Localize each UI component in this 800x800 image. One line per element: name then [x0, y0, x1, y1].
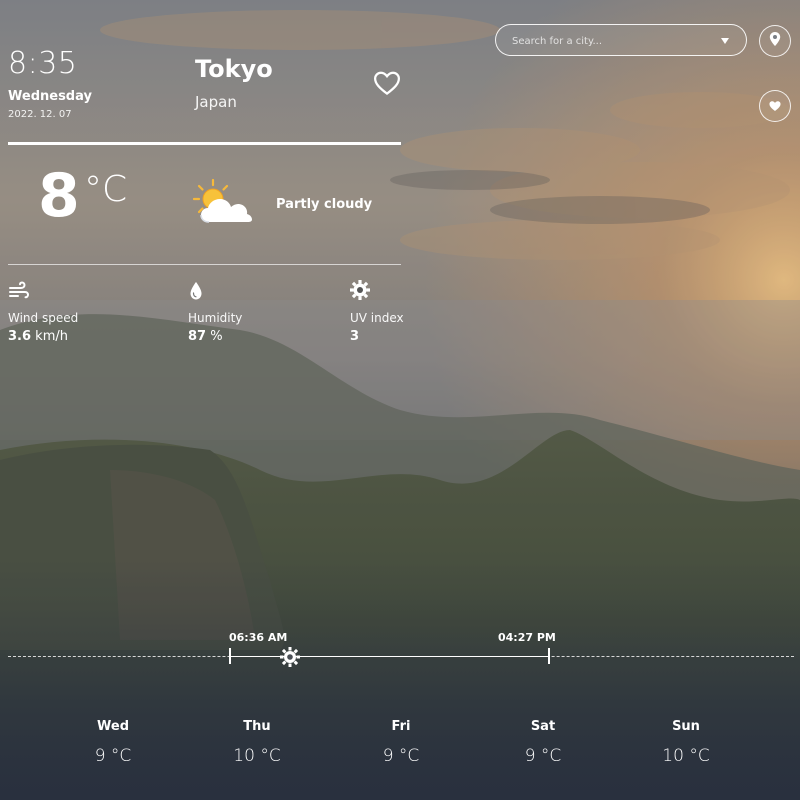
temperature-unit: °C — [84, 169, 128, 210]
forecast-day-label: Sat — [530, 719, 556, 734]
favorite-heart-icon[interactable] — [372, 68, 402, 98]
humidity-drop-icon — [188, 280, 210, 302]
forecast-temp: 10 °C — [233, 746, 281, 766]
forecast-day-wed: Wed 9 °C — [73, 719, 153, 766]
favorites-button[interactable] — [759, 90, 791, 122]
forecast-day-fri: Fri 9 °C — [361, 719, 441, 766]
stat-humidity: Humidity 87 % — [188, 280, 242, 344]
sunrise-tick — [229, 648, 231, 664]
stat-value: 87 % — [188, 329, 223, 344]
forecast-temp: 10 °C — [662, 746, 710, 766]
city-name: Tokyo — [195, 55, 273, 83]
sun-position-icon — [279, 646, 301, 668]
forecast-temp: 9 °C — [382, 746, 420, 766]
forecast-day-sat: Sat 9 °C — [503, 719, 583, 766]
sun-uv-icon — [350, 280, 372, 302]
background-landscape — [0, 0, 800, 800]
sunset-time: 04:27 PM — [498, 631, 556, 644]
temperature-value: 8 — [38, 161, 80, 231]
dropdown-arrow-icon[interactable] — [721, 38, 729, 44]
stat-wind: Wind speed 3.6 km/h — [8, 280, 78, 344]
stat-label: UV index — [350, 311, 404, 325]
country-name: Japan — [195, 93, 237, 111]
partly-cloudy-icon — [192, 178, 255, 226]
city-search-box[interactable] — [495, 24, 747, 56]
stat-value: 3 — [350, 329, 360, 344]
location-pin-button[interactable] — [759, 25, 791, 57]
forecast-day-thu: Thu 10 °C — [217, 719, 297, 766]
daylight-span — [230, 656, 550, 657]
location-pin-icon — [768, 31, 782, 51]
weather-condition: Partly cloudy — [276, 197, 373, 212]
stat-label: Wind speed — [8, 311, 79, 325]
stat-label: Humidity — [188, 311, 243, 325]
forecast-day-label: Fri — [391, 719, 411, 734]
forecast-temp: 9 °C — [94, 746, 132, 766]
forecast-day-label: Sun — [672, 719, 700, 734]
forecast-temp: 9 °C — [524, 746, 562, 766]
search-input[interactable] — [510, 31, 714, 51]
sunset-tick — [548, 648, 550, 664]
current-time: 8:35 — [8, 46, 78, 81]
forecast-day-sun: Sun 10 °C — [646, 719, 726, 766]
header-divider — [8, 142, 401, 145]
stat-uv: UV index 3 — [350, 280, 404, 344]
current-date: 2022. 12. 07 — [8, 109, 72, 120]
weekday: Wednesday — [8, 89, 92, 104]
wind-icon — [8, 280, 30, 302]
heart-filled-icon — [768, 97, 782, 116]
stats-divider — [8, 264, 401, 265]
stat-value: 3.6 km/h — [8, 329, 68, 344]
sunrise-time: 06:36 AM — [229, 631, 288, 644]
forecast-day-label: Thu — [243, 719, 271, 734]
forecast-day-label: Wed — [97, 719, 129, 734]
